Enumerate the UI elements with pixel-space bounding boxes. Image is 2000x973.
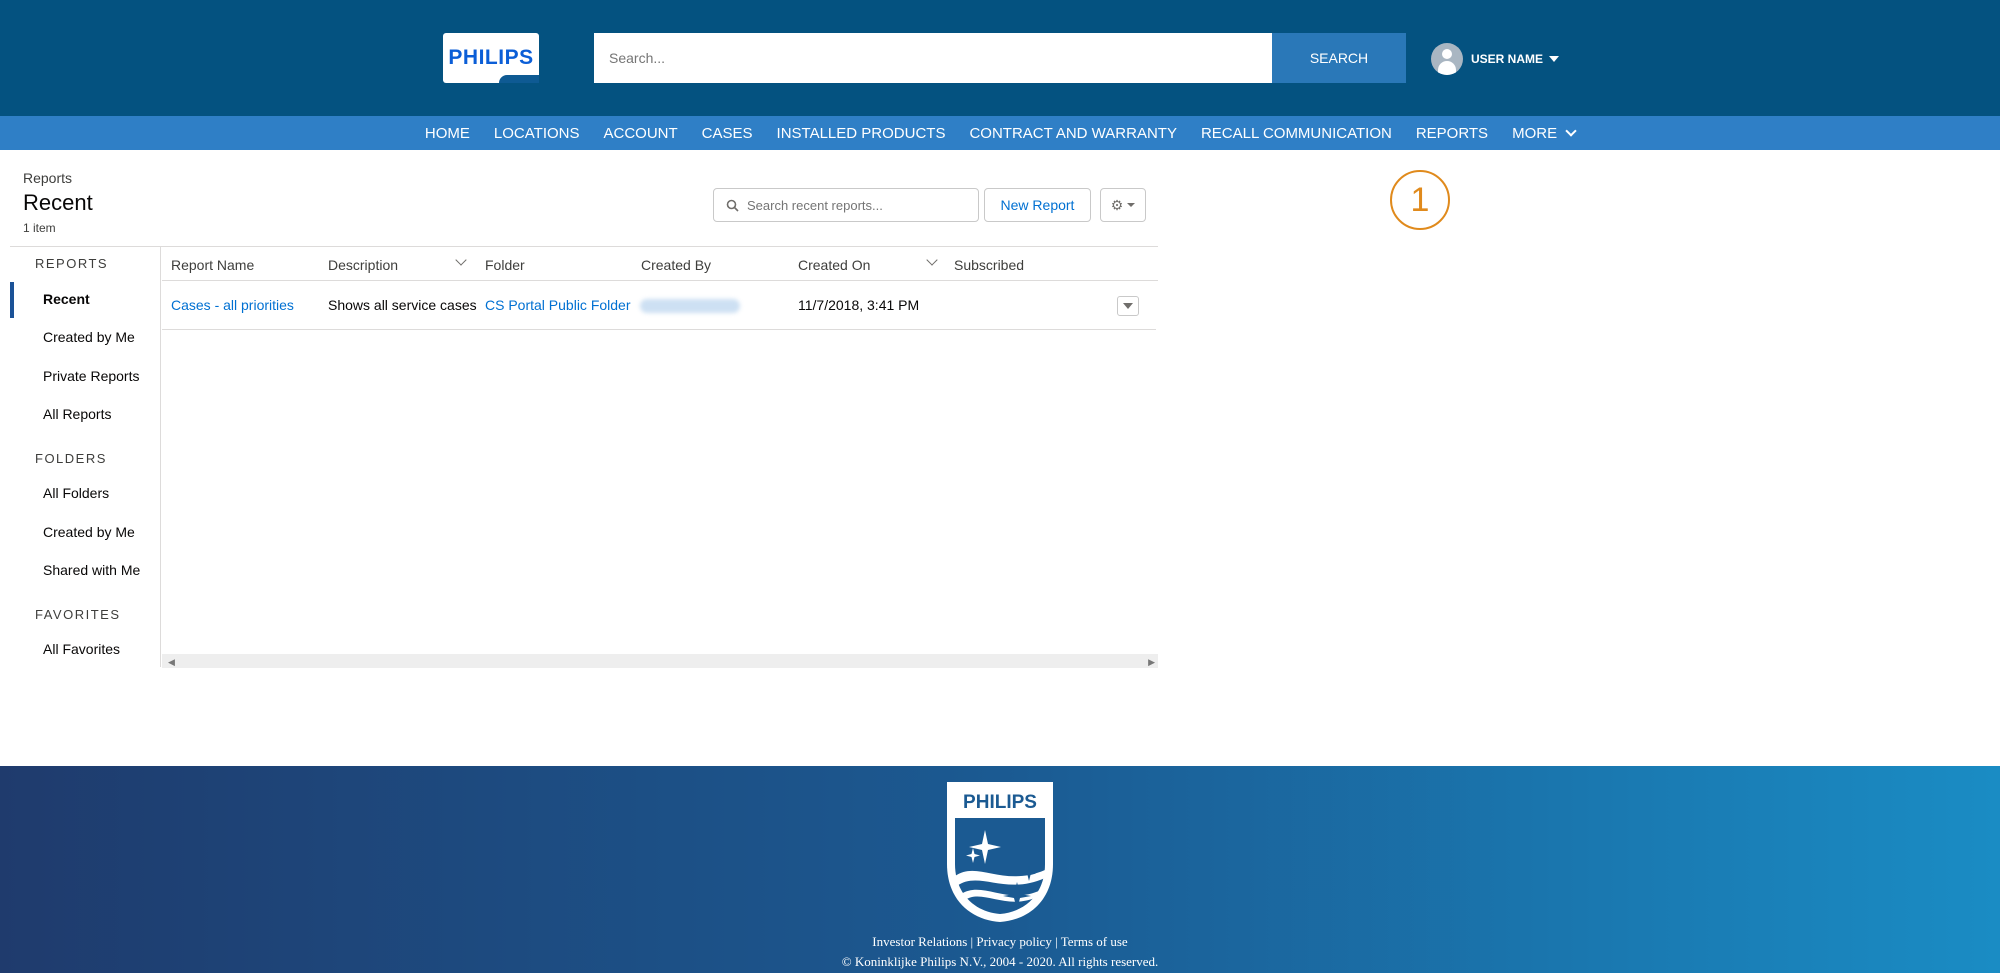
nav-cases[interactable]: CASES [702,125,753,142]
nav-locations[interactable]: LOCATIONS [494,125,580,142]
recent-reports-search[interactable] [713,188,979,222]
item-count: 1 item [23,221,56,235]
user-menu[interactable]: USER NAME [1431,43,1560,75]
nav-installed-products[interactable]: INSTALLED PRODUCTS [777,125,946,142]
footer: PHILIPS Investor Relations | Privacy pol… [0,766,2000,973]
column-folder[interactable]: Folder [485,257,525,273]
column-report-name[interactable]: Report Name [171,257,254,273]
sidebar-item-recent[interactable]: Recent [43,291,90,307]
sidebar-item-all-folders[interactable]: All Folders [43,485,109,501]
caret-down-icon [1123,303,1133,309]
chevron-down-icon[interactable] [926,254,938,266]
column-created-by[interactable]: Created By [641,257,711,273]
sidebar-heading-favorites: FAVORITES [35,607,121,622]
nav-more-label: MORE [1512,124,1558,142]
chevron-down-icon [1565,124,1577,137]
column-created-on[interactable]: Created On [798,257,870,273]
sidebar-item-shared-with-me[interactable]: Shared with Me [43,562,140,578]
sidebar-item-all-reports[interactable]: All Reports [43,406,111,422]
sidebar-heading-reports: REPORTS [35,256,109,271]
privacy-policy-link[interactable]: Privacy policy [976,934,1051,949]
nav-account[interactable]: ACCOUNT [604,125,678,142]
created-by-redacted[interactable] [640,299,740,313]
active-indicator [10,282,14,318]
shield-logo-text: PHILIPS [963,792,1037,813]
terms-of-use-link[interactable]: Terms of use [1061,934,1128,949]
footer-links: Investor Relations | Privacy policy | Te… [872,934,1128,949]
table-row: Cases - all priorities Shows all service… [162,282,1156,330]
sidebar-item-folders-created-by-me[interactable]: Created by Me [43,524,135,540]
philips-shield-logo: PHILIPS [947,782,1053,922]
main-nav: HOME LOCATIONS ACCOUNT CASES INSTALLED P… [0,116,2000,150]
column-subscribed[interactable]: Subscribed [954,257,1024,273]
sidebar-item-all-favorites[interactable]: All Favorites [43,641,120,657]
new-report-button[interactable]: New Report [984,188,1091,222]
caret-down-icon [1127,203,1136,207]
report-name-link[interactable]: Cases - all priorities [171,297,294,313]
nav-contract-and-warranty[interactable]: CONTRACT AND WARRANTY [969,125,1177,142]
horizontal-scrollbar[interactable]: ◀ ▶ [162,654,1158,668]
nav-recall-communication[interactable]: RECALL COMMUNICATION [1201,125,1392,142]
philips-logo[interactable]: PHILIPS [443,33,539,83]
sidebar-item-created-by-me[interactable]: Created by Me [43,329,135,345]
recent-reports-search-input[interactable] [747,197,957,213]
reports-sidebar: REPORTS Recent Created by Me Private Rep… [10,247,161,667]
search-icon [726,199,739,212]
table-header: Report Name Description Folder Created B… [162,247,1158,281]
avatar-icon [1431,43,1463,75]
step-number-badge: 1 [1390,170,1450,230]
caret-down-icon [1549,56,1560,62]
global-search-input[interactable] [594,33,1272,83]
sidebar-item-private-reports[interactable]: Private Reports [43,368,139,384]
report-folder-link[interactable]: CS Portal Public Folder [485,297,631,313]
user-name: USER NAME [1471,52,1544,66]
search-button[interactable]: SEARCH [1272,33,1406,83]
scroll-right-icon[interactable]: ▶ [1148,657,1155,668]
gear-icon: ⚙ [1110,196,1124,213]
nav-more[interactable]: MORE [1512,124,1577,142]
investor-relations-link[interactable]: Investor Relations [872,934,967,949]
copyright-text: © Koninklijke Philips N.V., 2004 - 2020.… [841,954,1159,969]
scroll-left-icon[interactable]: ◀ [168,657,175,668]
nav-home[interactable]: HOME [425,125,470,142]
breadcrumb[interactable]: Reports [23,170,72,186]
report-description: Shows all service cases [328,297,477,313]
page-title: Recent [23,190,93,215]
logo-text: PHILIPS [448,46,534,69]
chevron-down-icon[interactable] [455,254,467,266]
row-actions-button[interactable] [1117,296,1139,316]
sidebar-heading-folders: FOLDERS [35,451,107,466]
report-created-on: 11/7/2018, 3:41 PM [798,297,920,313]
top-header: PHILIPS SEARCH USER NAME [0,0,2000,116]
nav-reports[interactable]: REPORTS [1416,125,1488,142]
settings-menu-button[interactable]: ⚙ [1100,188,1146,222]
column-description[interactable]: Description [328,257,398,273]
